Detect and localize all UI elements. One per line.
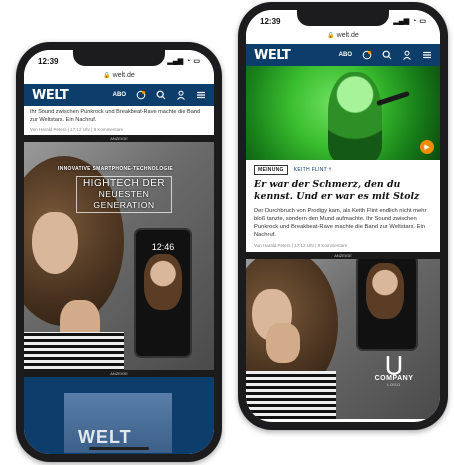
notification-icon[interactable]	[135, 90, 146, 101]
url-text: welt.de	[336, 32, 359, 39]
ad-kicker: INNOVATIVE SMARTPHONE-TECHNOLOGIE	[58, 166, 173, 172]
article-snippet-text[interactable]: Ihr Sound zwischen Punkrock und Breakbea…	[24, 106, 214, 126]
striped-shirt-image	[24, 332, 124, 370]
status-time: 12:39	[38, 56, 59, 66]
site-navbar: WELT ABO	[246, 44, 440, 66]
left-phone: 12:39 ▂▄▆ ◔ ▭ 🔒 welt.de WELT ABO Ihr Sou…	[16, 42, 222, 462]
teaser-text[interactable]: Der Durchbruch von Prodigy kam, als Keit…	[246, 205, 440, 241]
wifi-icon: ◔	[412, 17, 417, 25]
welt-logo[interactable]: WELT	[254, 48, 291, 63]
advertised-phone-image	[356, 259, 418, 351]
company-logo-name: COMPANY	[374, 375, 414, 382]
battery-icon: ▭	[419, 18, 426, 25]
search-icon[interactable]	[155, 90, 166, 101]
opinion-tag[interactable]: MEINUNG	[254, 165, 288, 175]
advertised-phone-clock: 12:46	[151, 242, 175, 252]
advertised-phone-image: 12:46	[134, 228, 192, 358]
right-phone-screen: 12:39 ▂▄▆ ◔ ▭ 🔒 welt.de WELT ABO ▶ MEINU…	[246, 10, 440, 422]
wifi-icon: ◔	[186, 57, 191, 65]
teaser-meta: Von Harald Peters | 17:12 Uhr | 9 Kommen…	[254, 243, 348, 248]
striped-shirt-image	[246, 371, 336, 419]
ad-headline-line-2: NEUESTEN GENERATION	[93, 189, 155, 210]
singer-image	[328, 72, 382, 160]
lock-icon: 🔒	[327, 33, 335, 39]
menu-icon[interactable]	[195, 90, 206, 101]
ad-label-2: ANZEIGE	[24, 370, 214, 377]
signal-icon: ▂▄▆	[167, 58, 184, 65]
teaser-tags: MEINUNG KEITH FLINT †	[246, 160, 440, 177]
microphone-image	[376, 90, 410, 107]
notch	[297, 10, 389, 26]
woman-face-image	[32, 212, 78, 274]
advertised-phone-wallpaper	[366, 263, 404, 319]
smartphone-ad[interactable]: INNOVATIVE SMARTPHONE-TECHNOLOGIE HIGHTE…	[24, 142, 214, 370]
article-meta: Von Harald Peters | 17:12 Uhr | 9 Kommen…	[30, 127, 124, 132]
lock-icon: 🔒	[103, 73, 111, 79]
abo-link[interactable]: ABO	[339, 52, 352, 58]
welt-banner-ad[interactable]: WELT	[24, 377, 214, 454]
left-phone-screen: 12:39 ▂▄▆ ◔ ▭ 🔒 welt.de WELT ABO Ihr Sou…	[24, 50, 214, 454]
smartphone-ad[interactable]: ⋃ COMPANY LOGO	[246, 259, 440, 419]
status-time: 12:39	[260, 16, 281, 26]
welt-logo[interactable]: WELT	[32, 88, 69, 103]
abo-link[interactable]: ABO	[113, 92, 126, 98]
ad-label: ANZEIGE	[246, 252, 440, 259]
signal-icon: ▂▄▆	[393, 18, 410, 25]
url-bar[interactable]: 🔒 welt.de	[246, 32, 440, 44]
right-phone: 12:39 ▂▄▆ ◔ ▭ 🔒 welt.de WELT ABO ▶ MEINU…	[238, 2, 448, 430]
search-icon[interactable]	[381, 50, 392, 61]
teaser-image[interactable]: ▶	[246, 66, 440, 160]
user-icon[interactable]	[401, 50, 412, 61]
company-logo: ⋃ COMPANY LOGO	[364, 355, 424, 387]
banner-logo: WELT	[78, 427, 132, 447]
teaser-headline[interactable]: Er war der Schmerz, den du kennst. Und e…	[246, 177, 440, 205]
url-text: welt.de	[112, 72, 135, 79]
topic-tag[interactable]: KEITH FLINT †	[294, 167, 332, 173]
home-indicator	[89, 447, 149, 450]
menu-icon[interactable]	[421, 50, 432, 61]
url-bar[interactable]: 🔒 welt.de	[24, 72, 214, 84]
hand-image	[266, 323, 300, 363]
company-logo-sub: LOGO	[387, 382, 401, 387]
battery-icon: ▭	[193, 58, 200, 65]
company-logo-mark-icon: ⋃	[385, 354, 403, 376]
notification-icon[interactable]	[361, 50, 372, 61]
advertised-phone-wallpaper	[144, 254, 182, 310]
ad-headline-line-1: HIGHTECH DER	[82, 178, 166, 189]
play-icon[interactable]: ▶	[420, 140, 434, 154]
ad-headline: HIGHTECH DER NEUESTEN GENERATION	[76, 176, 172, 213]
notch	[73, 50, 165, 66]
ad-label: ANZEIGE	[24, 135, 214, 142]
user-icon[interactable]	[175, 90, 186, 101]
site-navbar: WELT ABO	[24, 84, 214, 106]
